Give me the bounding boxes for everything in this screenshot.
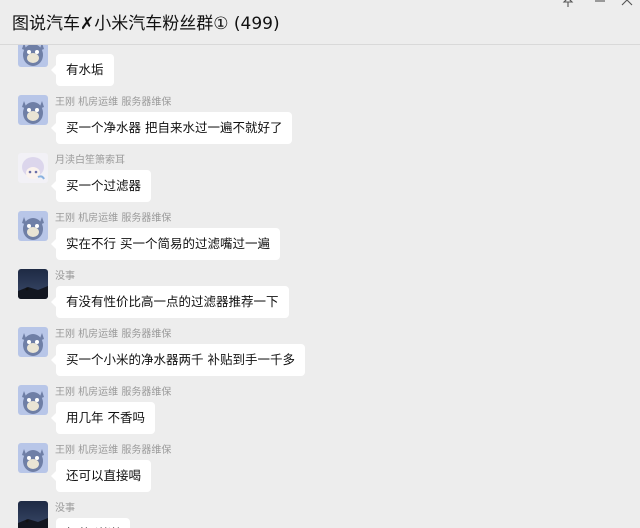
chat-title: 图说汽车✗小米汽车粉丝群① (499) (12, 14, 280, 34)
message-bubble[interactable]: 买一个小米的净水器两千 补贴到手一千多 (51, 344, 305, 376)
message-bubble[interactable]: 买一个过滤器 (50, 170, 152, 202)
sender-name: 王刚 机房运维 服务器维保 (55, 213, 172, 224)
sender-name: 没事 (55, 503, 75, 514)
sender-name: 没事 (55, 271, 75, 282)
pin-icon[interactable] (562, 0, 574, 12)
tom-cat-avatar[interactable] (18, 95, 48, 125)
title-bar: 图说汽车✗小米汽车粉丝群① (499) (0, 0, 640, 45)
tom-cat-avatar[interactable] (18, 45, 48, 67)
tom-cat-avatar[interactable] (18, 211, 48, 241)
message-list[interactable]: 有水垢 王刚 机房运维 服务器维保 买一个净水器 把自来水过一遍不就好了 月渎白… (0, 45, 640, 528)
close-icon[interactable] (621, 0, 633, 12)
message-bubble[interactable]: 好的 谢谢 (56, 518, 130, 528)
tom-cat-avatar[interactable] (18, 443, 48, 473)
message-bubble[interactable]: 还可以直接喝 (50, 460, 152, 492)
tom-cat-avatar[interactable] (18, 385, 48, 415)
night-scene-avatar[interactable] (18, 269, 48, 299)
message-bubble[interactable]: 有没有性价比高一点的过滤器推荐一下 (51, 286, 289, 318)
message-bubble[interactable]: 买一个净水器 把自来水过一遍不就好了 (50, 112, 293, 144)
sender-name: 王刚 机房运维 服务器维保 (55, 329, 172, 340)
message-bubble[interactable]: 用几年 不香吗 (51, 402, 155, 434)
sender-name: 月渎白笙箫索耳 (55, 155, 125, 166)
message-bubble[interactable]: 实在不行 买一个简易的过滤嘴过一遍 (51, 228, 280, 260)
night-scene-avatar[interactable] (18, 501, 48, 528)
sender-name: 王刚 机房运维 服务器维保 (55, 445, 172, 456)
sender-name: 王刚 机房运维 服务器维保 (55, 387, 172, 398)
minimize-icon[interactable] (594, 0, 606, 12)
tom-cat-avatar[interactable] (18, 327, 48, 357)
message-bubble[interactable]: 有水垢 (51, 54, 114, 86)
anime-avatar[interactable] (18, 153, 48, 183)
sender-name: 王刚 机房运维 服务器维保 (55, 97, 172, 108)
